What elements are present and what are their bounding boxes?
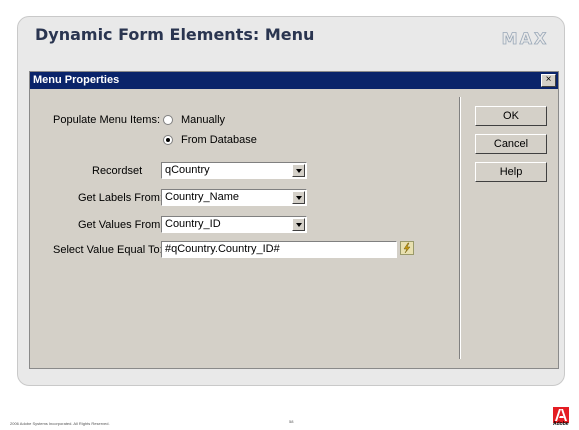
recordset-select[interactable]: qCountry: [161, 162, 307, 179]
recordset-value: qCountry: [165, 164, 210, 176]
select-equal-label: Select Value Equal To:: [53, 244, 163, 256]
chevron-down-icon[interactable]: [292, 218, 305, 231]
labels-from-select[interactable]: Country_Name: [161, 189, 307, 206]
populate-label: Populate Menu Items:: [53, 114, 161, 126]
menu-properties-dialog: Menu Properties × Populate Menu Items: M…: [29, 71, 559, 369]
values-from-select[interactable]: Country_ID: [161, 216, 307, 233]
slide-title: Dynamic Form Elements: Menu: [35, 25, 315, 44]
radio-from-database-label: From Database: [181, 134, 257, 146]
values-from-value: Country_ID: [165, 218, 221, 230]
max-logo: MAX: [501, 29, 549, 48]
radio-manually[interactable]: [163, 115, 173, 125]
close-button[interactable]: ×: [541, 74, 556, 87]
radio-manually-label: Manually: [181, 114, 226, 126]
chevron-down-icon[interactable]: [292, 191, 305, 204]
dynamic-data-bolt-icon[interactable]: [400, 241, 414, 255]
recordset-label: Recordset: [92, 165, 143, 177]
radio-from-database[interactable]: [163, 135, 173, 145]
cancel-button[interactable]: Cancel: [475, 134, 547, 154]
dialog-titlebar: Menu Properties ×: [30, 72, 558, 89]
dialog-separator: [459, 97, 461, 359]
select-equal-value: #qCountry.Country_ID#: [165, 243, 280, 255]
adobe-label: Adobe: [553, 421, 569, 427]
select-equal-input[interactable]: #qCountry.Country_ID#: [161, 241, 397, 258]
values-from-label: Get Values From:: [78, 219, 164, 231]
help-button[interactable]: Help: [475, 162, 547, 182]
dialog-title: Menu Properties: [33, 74, 120, 86]
labels-from-value: Country_Name: [165, 191, 239, 203]
page-number: 58: [289, 419, 294, 424]
ok-button[interactable]: OK: [475, 106, 547, 126]
footer-copyright: 2006 Adobe Systems Incorporated. All Rig…: [10, 421, 110, 426]
svg-text:MAX: MAX: [502, 29, 549, 48]
labels-from-label: Get Labels From:: [78, 192, 163, 204]
chevron-down-icon[interactable]: [292, 164, 305, 177]
